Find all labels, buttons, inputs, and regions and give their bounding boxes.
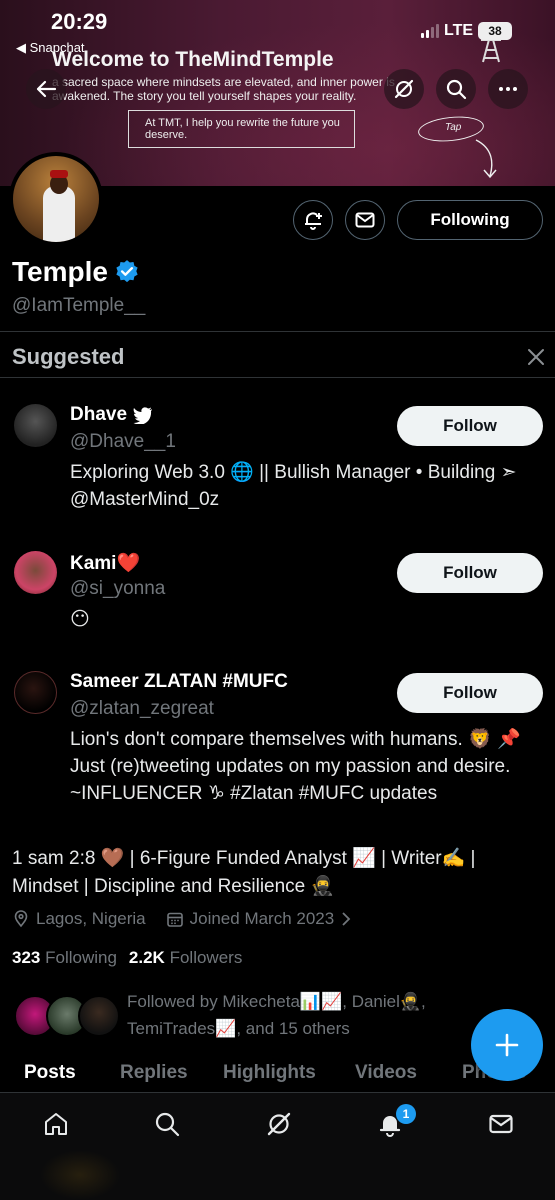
- avatar: [78, 995, 120, 1037]
- status-indicators: LTE 38: [421, 22, 513, 40]
- network-label: LTE: [444, 22, 474, 39]
- tab-highlights[interactable]: Highlights: [223, 1062, 316, 1084]
- user-name-row: Sameer ZLATAN #MUFC: [70, 671, 288, 693]
- follow-button[interactable]: Follow: [397, 553, 543, 593]
- calendar-icon: [166, 912, 183, 927]
- user-avatar[interactable]: [14, 671, 57, 714]
- back-to-app-link[interactable]: ◀ Snapchat: [16, 40, 85, 56]
- bottom-glow: [40, 1150, 120, 1200]
- profile-tabs: Posts Replies Highlights Videos Photos: [0, 1062, 555, 1092]
- banner-title: Welcome to TheMindTemple: [52, 48, 334, 71]
- profile-stats: 323 Following 2.2K Followers: [12, 948, 242, 968]
- mail-icon: [355, 212, 375, 228]
- user-name: Sameer ZLATAN #MUFC: [70, 671, 288, 692]
- compose-post-button[interactable]: [471, 1009, 543, 1081]
- tap-label: Tap: [445, 122, 462, 133]
- user-bio: Exploring Web 3.0 🌐 || Bullish Manager •…: [70, 462, 517, 510]
- followed-by-text[interactable]: Followed by Mikecheta📊📈, Daniel🥷, TemiTr…: [127, 988, 487, 1042]
- close-icon[interactable]: [527, 348, 545, 366]
- banner-subtitle: a sacred space where mindsets are elevat…: [52, 75, 395, 103]
- message-button[interactable]: [345, 200, 385, 240]
- search-icon: [155, 1112, 180, 1137]
- search-icon: [446, 79, 467, 100]
- nav-search[interactable]: [152, 1109, 182, 1139]
- profile-avatar[interactable]: [9, 152, 103, 246]
- suggested-title: Suggested: [12, 344, 125, 369]
- user-bio: Lion's don't compare themselves with hum…: [70, 729, 521, 804]
- notification-badge: 1: [396, 1104, 416, 1124]
- following-stat[interactable]: 323 Following: [12, 948, 117, 968]
- divider: [0, 331, 555, 332]
- user-name: Kami❤️: [70, 553, 141, 574]
- follow-button[interactable]: Follow: [397, 673, 543, 713]
- grok-icon: [394, 79, 414, 99]
- followed-by-avatars[interactable]: [14, 995, 120, 1039]
- mail-icon: [489, 1114, 513, 1134]
- tab-replies[interactable]: Replies: [120, 1062, 188, 1084]
- profile-location: Lagos, Nigeria: [36, 909, 146, 928]
- verified-badge-icon[interactable]: [114, 259, 140, 285]
- user-handle: @Dhave__1: [70, 431, 176, 452]
- plus-icon: [495, 1033, 519, 1057]
- profile-meta: Lagos, Nigeria Joined March 2023: [12, 909, 352, 929]
- profile-name: Temple: [12, 256, 108, 287]
- location-icon: [14, 910, 28, 928]
- tab-videos[interactable]: Videos: [355, 1062, 417, 1084]
- profile-bio: 1 sam 2:8 🤎 | 6-Figure Funded Analyst 📈 …: [12, 848, 476, 897]
- followers-stat[interactable]: 2.2K Followers: [129, 948, 242, 968]
- profile-joined[interactable]: Joined March 2023: [190, 909, 335, 929]
- bell-plus-icon: [305, 212, 322, 230]
- profile-name-row: Temple: [12, 256, 140, 288]
- grok-button[interactable]: [384, 69, 424, 109]
- battery-icon: 38: [478, 22, 513, 40]
- nav-messages[interactable]: [486, 1109, 516, 1139]
- arrow-left-icon: [36, 80, 57, 98]
- user-avatar[interactable]: [14, 404, 57, 447]
- profile-handle: @IamTemple__: [12, 295, 146, 316]
- chevron-right-icon[interactable]: [340, 911, 352, 927]
- search-button[interactable]: [436, 69, 476, 109]
- subscribe-alerts-button[interactable]: [293, 200, 333, 240]
- user-name-row: Kami❤️: [70, 551, 140, 575]
- user-bio: 😶: [70, 609, 90, 630]
- more-horizontal-icon: [499, 87, 517, 91]
- back-button[interactable]: [26, 69, 66, 109]
- user-handle: @zlatan_zegreat: [70, 698, 214, 719]
- bird-icon: [133, 407, 153, 424]
- home-icon: [45, 1113, 67, 1135]
- user-name: Dhave: [70, 404, 128, 425]
- following-button[interactable]: Following: [397, 200, 543, 240]
- signal-icon: [421, 24, 439, 38]
- curved-arrow-icon: [475, 139, 497, 179]
- nav-grok[interactable]: [264, 1109, 294, 1139]
- user-avatar[interactable]: [14, 551, 57, 594]
- status-time: 20:29: [51, 9, 108, 34]
- grok-icon: [267, 1112, 291, 1136]
- more-options-button[interactable]: [488, 69, 528, 109]
- nav-home[interactable]: [41, 1109, 71, 1139]
- user-name-row: Dhave: [70, 404, 153, 426]
- user-handle: @si_yonna: [70, 578, 166, 599]
- tab-posts[interactable]: Posts: [24, 1062, 76, 1084]
- banner-quote-box: At TMT, I help you rewrite the future yo…: [128, 110, 355, 148]
- divider: [0, 377, 555, 378]
- follow-button[interactable]: Follow: [397, 406, 543, 446]
